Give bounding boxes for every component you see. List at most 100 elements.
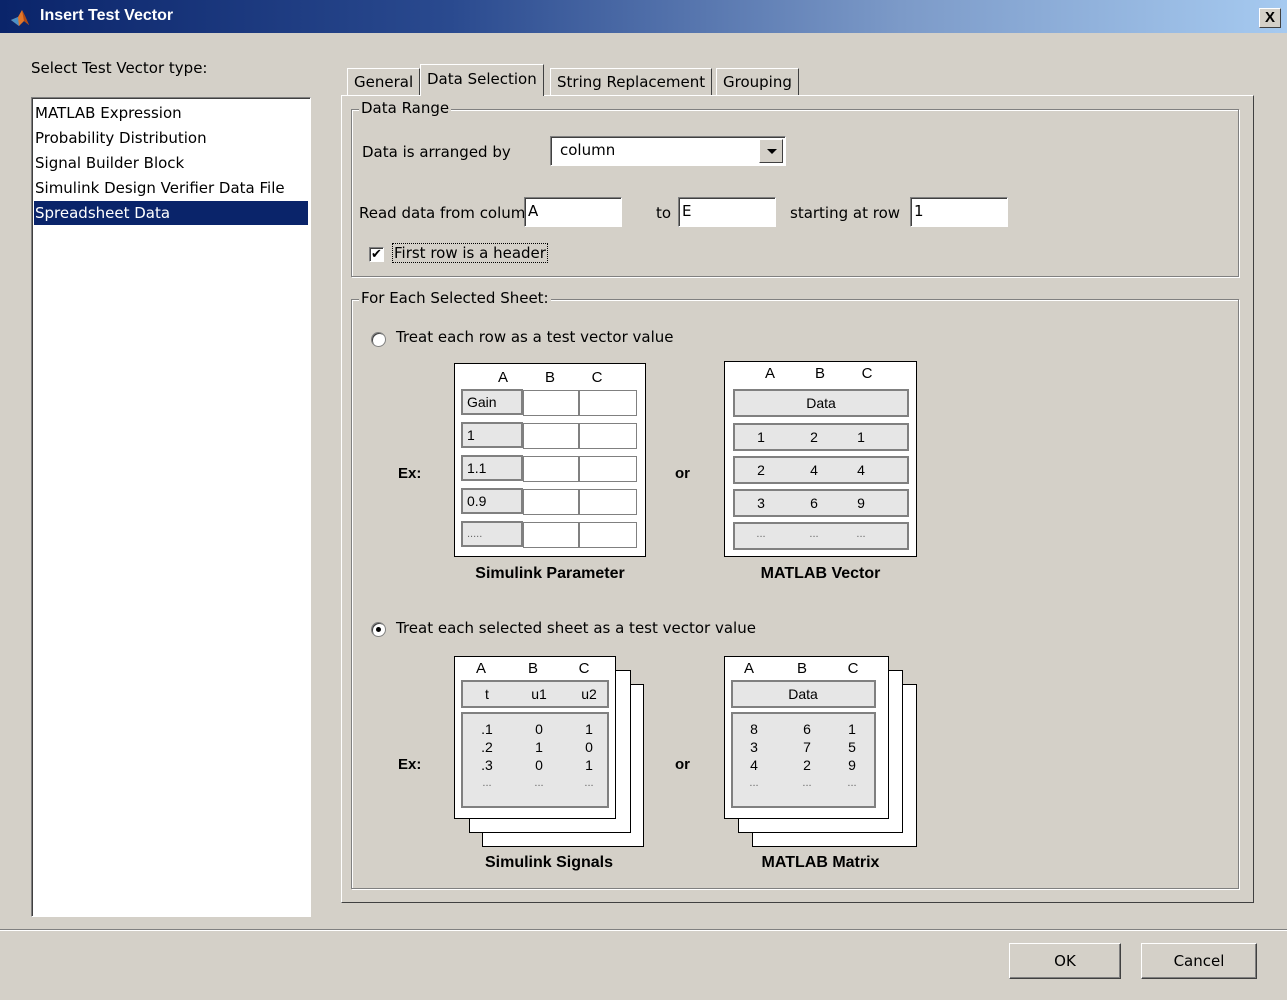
tab-grouping[interactable]: Grouping (716, 68, 799, 95)
arranged-by-dropdown[interactable]: column (550, 136, 786, 166)
matrix-value: 8 (750, 721, 758, 737)
simulink-signals-sheet: A B C t u1 u2 .1 0 1 .2 1 0 .3 0 1 ... .… (454, 656, 616, 819)
test-vector-type-list[interactable]: MATLAB Expression Probability Distributi… (31, 97, 311, 917)
signals-value: 0 (535, 757, 543, 773)
row-radio[interactable] (371, 332, 386, 347)
from-column-field[interactable]: A (524, 197, 622, 227)
column-header: A (764, 365, 775, 382)
or-label: or (675, 465, 690, 482)
vector-value: 4 (857, 462, 865, 478)
tab-string-replacement[interactable]: String Replacement (550, 68, 713, 95)
empty-cell (523, 423, 579, 449)
insert-test-vector-dialog: Insert Test Vector X Select Test Vector … (0, 0, 1287, 1000)
matlab-logo-icon (11, 10, 29, 26)
signals-value: 1 (585, 721, 593, 737)
sheet-radio[interactable] (371, 622, 386, 637)
matrix-value: 2 (803, 757, 811, 773)
tab-panel: Data Range Data is arranged by column Re… (341, 95, 1254, 903)
ex-label: Ex: (398, 756, 422, 773)
signals-value: 1 (535, 739, 543, 755)
simulink-signals-caption: Simulink Signals (484, 854, 614, 871)
each-sheet-group: For Each Selected Sheet: Treat each row … (351, 289, 1239, 889)
matrix-value: 9 (848, 757, 856, 773)
matrix-value: 1 (848, 721, 856, 737)
to-label: to (656, 204, 672, 222)
to-column-field[interactable]: E (678, 197, 776, 227)
matrix-value: ... (802, 777, 812, 789)
empty-cell (523, 456, 579, 482)
vector-value: 4 (810, 462, 818, 478)
matrix-value: 5 (848, 739, 856, 755)
signals-value: 1 (585, 757, 593, 773)
vector-value: ... (809, 528, 819, 540)
data-range-title: Data Range (359, 99, 452, 117)
vector-value: 2 (810, 429, 818, 445)
ex-label: Ex: (398, 465, 422, 482)
matrix-header: Data (788, 686, 818, 702)
param-value-cell: 1 (461, 422, 523, 448)
window-title: Insert Test Vector (40, 7, 174, 24)
read-column-label: Read data from column (359, 204, 535, 222)
matlab-matrix-caption: MATLAB Matrix (761, 854, 880, 871)
column-header: C (861, 365, 873, 382)
simulink-parameter-sheet: A B C Gain 1 1.1 0.9 ..... (454, 363, 646, 557)
empty-cell (523, 522, 579, 548)
signals-value: 0 (535, 721, 543, 737)
column-header: C (578, 660, 590, 677)
data-range-group: Data Range Data is arranged by column Re… (351, 99, 1239, 277)
or-label: or (675, 756, 690, 773)
vector-row: ... ... ... (733, 522, 909, 550)
matlab-vector-caption: MATLAB Vector (760, 565, 881, 582)
signals-value: 0 (585, 739, 593, 755)
arranged-by-label: Data is arranged by (362, 143, 511, 161)
row-radio-label[interactable]: Treat each row as a test vector value (396, 328, 674, 346)
empty-cell (579, 390, 637, 416)
signals-header: t (485, 686, 489, 702)
empty-cell (523, 489, 579, 515)
list-item[interactable]: Signal Builder Block (34, 151, 308, 175)
list-item[interactable]: Simulink Design Verifier Data File (34, 176, 308, 200)
vector-value: 6 (810, 495, 818, 511)
list-item[interactable]: MATLAB Expression (34, 101, 308, 125)
each-sheet-title: For Each Selected Sheet: (359, 289, 551, 307)
vector-row: 2 4 4 (733, 456, 909, 484)
chevron-down-icon[interactable] (759, 139, 783, 163)
list-item-selected[interactable]: Spreadsheet Data (34, 201, 308, 225)
matrix-header-bar: Data (731, 680, 876, 708)
vector-value: ... (856, 528, 866, 540)
column-header: A (475, 660, 486, 677)
list-item[interactable]: Probability Distribution (34, 126, 308, 150)
starting-row-field[interactable]: 1 (910, 197, 1008, 227)
column-header: A (497, 369, 508, 386)
vector-value: ... (756, 528, 766, 540)
matrix-value: 3 (750, 739, 758, 755)
signals-header: u2 (581, 686, 597, 702)
vector-header-bar: Data (733, 389, 909, 417)
sheet-radio-label[interactable]: Treat each selected sheet as a test vect… (396, 619, 756, 637)
signals-value: .1 (481, 721, 493, 737)
column-header: C (847, 660, 859, 677)
vector-row: 1 2 1 (733, 423, 909, 451)
header-checkbox-label[interactable]: First row is a header (392, 243, 548, 263)
signals-data-block: .1 0 1 .2 1 0 .3 0 1 ... ... ... (461, 712, 609, 808)
cancel-button[interactable]: Cancel (1141, 943, 1257, 979)
ok-button[interactable]: OK (1009, 943, 1121, 979)
tab-data-selection[interactable]: Data Selection (420, 64, 544, 96)
matlab-vector-sheet: A B C Data 1 2 1 2 4 4 3 6 9 ... ... ... (724, 361, 917, 557)
vector-value: 1 (757, 429, 765, 445)
column-header: A (743, 660, 754, 677)
empty-cell (579, 489, 637, 515)
title-bar[interactable]: Insert Test Vector X (0, 0, 1287, 33)
matrix-value: 4 (750, 757, 758, 773)
column-header: B (814, 365, 825, 382)
param-header-cell: Gain (461, 389, 523, 415)
signals-header-bar: t u1 u2 (461, 680, 609, 708)
vector-value: 3 (757, 495, 765, 511)
starting-row-label: starting at row (790, 204, 901, 222)
signals-value: ... (534, 777, 544, 789)
test-vector-type-label: Select Test Vector type: (31, 59, 208, 77)
header-checkbox[interactable]: ✔ (369, 247, 384, 262)
matrix-data-block: 8 6 1 3 7 5 4 2 9 ... ... ... (731, 712, 876, 808)
tab-general[interactable]: General (347, 68, 421, 95)
close-button[interactable]: X (1259, 8, 1281, 28)
